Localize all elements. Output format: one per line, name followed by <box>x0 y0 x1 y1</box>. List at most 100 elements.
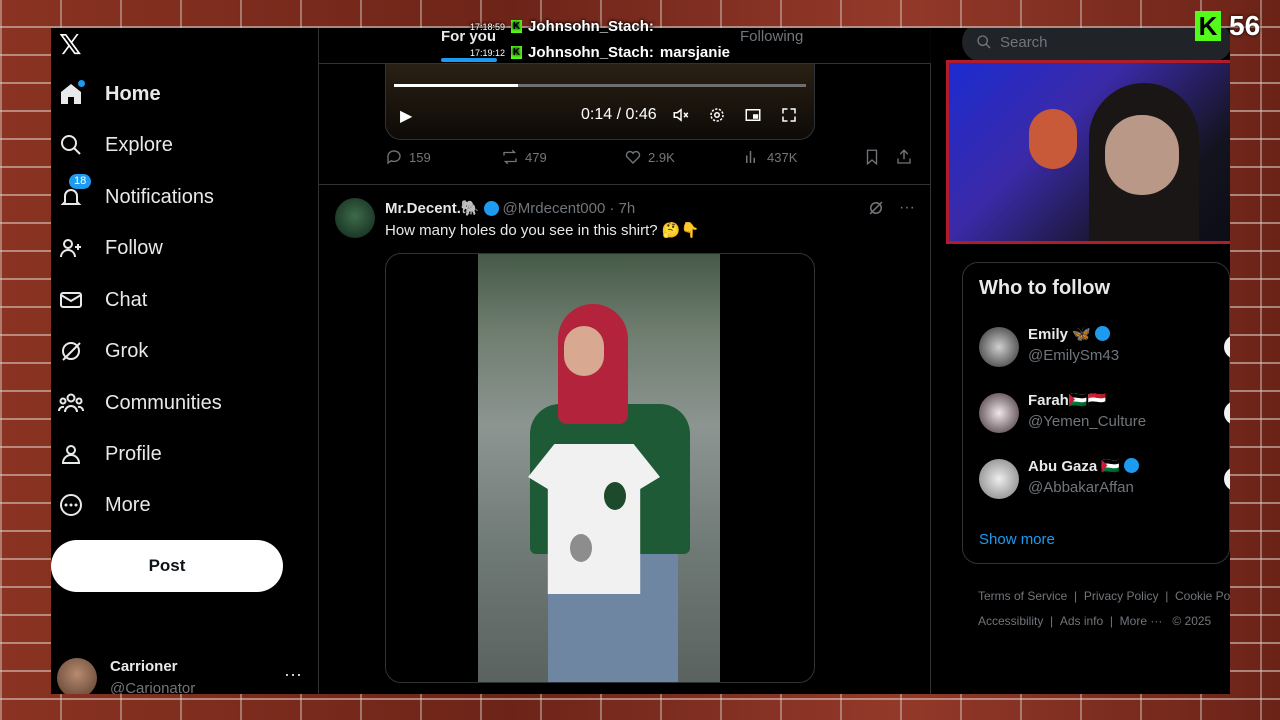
follow-button[interactable] <box>1224 401 1230 425</box>
like-button[interactable]: 2.9K <box>624 148 675 166</box>
follow-button[interactable] <box>1224 467 1230 491</box>
notifications-badge: 18 <box>69 174 92 189</box>
search-icon <box>977 35 991 49</box>
reply-button[interactable]: 159 <box>385 148 431 166</box>
verified-badge-icon <box>1124 458 1140 473</box>
chat-time: 17:19:12 <box>470 47 506 58</box>
account-name: Carrioner <box>110 658 178 675</box>
unread-dot <box>78 80 85 87</box>
bookmark-icon <box>866 149 878 166</box>
show-more-link[interactable]: Show more <box>979 531 1055 548</box>
avatar[interactable] <box>335 198 375 238</box>
video-player[interactable]: ▶ 0:14 / 0:46 <box>385 64 815 140</box>
avatar[interactable] <box>979 459 1019 499</box>
viewer-counter: K 56 <box>1195 10 1260 42</box>
tweet-more-icon[interactable]: ··· <box>899 199 915 222</box>
suggested-user[interactable]: Abu Gaza 🇵🇸 @AbbakarAffan <box>979 455 1230 503</box>
nav-notifications[interactable]: 18 Notifications <box>57 174 214 217</box>
x-app-window: 𝕏 Home Explore 18 Notifications Follow C… <box>51 28 1230 694</box>
reply-icon <box>387 150 401 165</box>
kick-badge-icon: K <box>511 46 523 59</box>
terms-link[interactable]: Terms of Service <box>978 589 1067 603</box>
who-to-follow-title: Who to follow <box>979 277 1111 299</box>
nav-profile[interactable]: Profile <box>57 434 162 474</box>
tweet-author-handle[interactable]: @Mrdecent000 <box>503 200 606 217</box>
nav-explore[interactable]: Explore <box>57 125 173 165</box>
avatar[interactable] <box>979 327 1019 367</box>
webcam-overlay <box>946 60 1230 244</box>
search-placeholder: Search <box>1000 33 1048 51</box>
verified-badge-icon <box>483 200 499 216</box>
face <box>564 326 604 376</box>
tweet-timestamp[interactable]: · 7h <box>609 200 635 217</box>
photo <box>478 254 720 682</box>
suggested-user-name: Emily 🦋 <box>1028 325 1111 343</box>
tweet[interactable]: Mr.Decent.🐘 @Mrdecent000 · 7h ··· How ma… <box>319 185 931 694</box>
tweet-text: How many holes do you see in this shirt?… <box>385 222 700 239</box>
plush-toy <box>1029 109 1077 169</box>
communities-icon <box>57 389 85 417</box>
nav-communities[interactable]: Communities <box>57 383 222 423</box>
mute-icon[interactable] <box>672 106 690 129</box>
view-count: 437K <box>767 149 798 165</box>
bookmark-button[interactable] <box>863 148 881 166</box>
footer-more-link[interactable]: More ··· <box>1120 614 1163 628</box>
repost-count: 479 <box>525 149 547 165</box>
post-button[interactable]: Post <box>51 540 283 592</box>
picture-in-picture-icon[interactable] <box>744 106 762 129</box>
tweet-author-name[interactable]: Mr.Decent.🐘 <box>385 199 480 217</box>
kick-badge-icon: K <box>511 20 523 33</box>
kick-logo-icon: K <box>1195 11 1221 41</box>
fullscreen-icon[interactable] <box>780 106 798 129</box>
privacy-link[interactable]: Privacy Policy <box>1084 589 1159 603</box>
right-sidebar: Search Who to follow Emily 🦋 @EmilySm43 … <box>946 28 1230 694</box>
nav-explore-label: Explore <box>105 133 173 156</box>
nav-grok-label: Grok <box>105 339 149 362</box>
views-button[interactable]: 437K <box>743 148 797 166</box>
timeline: For you Following ▶ 0:14 / 0:46 159 479 … <box>318 28 931 694</box>
nav-chat[interactable]: Chat <box>57 280 147 320</box>
who-to-follow: Who to follow Emily 🦋 @EmilySm43 Farah🇵🇸… <box>962 262 1230 564</box>
accessibility-link[interactable]: Accessibility <box>978 614 1043 628</box>
like-count: 2.9K <box>648 149 675 165</box>
nav-grok[interactable]: Grok <box>57 331 148 371</box>
verified-badge-icon <box>1095 326 1111 341</box>
chat-message: 17:18:59 K Johnsohn_Stach: <box>470 18 654 35</box>
video-time: 0:14 / 0:46 <box>581 106 657 123</box>
chat-time: 17:18:59 <box>470 21 506 32</box>
follow-button[interactable] <box>1224 335 1230 359</box>
x-logo[interactable]: 𝕏 <box>59 28 82 61</box>
grok-icon[interactable] <box>867 199 885 222</box>
play-icon[interactable]: ▶ <box>400 106 412 126</box>
avatar[interactable] <box>979 393 1019 433</box>
nav-more[interactable]: More <box>57 485 151 525</box>
settings-icon[interactable] <box>708 106 726 129</box>
shirt-hole <box>570 534 592 562</box>
tweet-tools: ··· <box>867 199 915 222</box>
account-switcher[interactable]: Carrioner @Carionator ··· <box>57 654 302 694</box>
nav-chat-label: Chat <box>105 288 148 311</box>
tweet-media[interactable] <box>385 253 815 683</box>
shirt-hole <box>604 482 626 510</box>
home-icon <box>57 80 85 108</box>
bell-icon: 18 <box>57 174 92 211</box>
suggested-user-name: Abu Gaza 🇵🇸 <box>1028 457 1140 475</box>
cookie-link[interactable]: Cookie Po <box>1175 589 1230 603</box>
nav-communities-label: Communities <box>105 391 222 414</box>
account-more-icon[interactable]: ··· <box>284 664 302 685</box>
nav-follow[interactable]: Follow <box>57 228 163 268</box>
profile-icon <box>57 440 85 468</box>
more-circle-icon <box>57 491 85 519</box>
nav-home-label: Home <box>105 82 161 105</box>
footer-row: Accessibility | Ads info | More ··· © 20… <box>978 614 1212 628</box>
share-button[interactable] <box>895 148 913 166</box>
nav-home[interactable]: Home <box>57 74 161 114</box>
video-progress-bar[interactable] <box>394 84 806 87</box>
repost-button[interactable]: 479 <box>501 148 547 166</box>
suggested-user[interactable]: Emily 🦋 @EmilySm43 <box>979 323 1230 371</box>
suggested-user-handle: @AbbakarAffan <box>1028 479 1134 496</box>
suggested-user[interactable]: Farah🇵🇸🇾🇪 @Yemen_Culture <box>979 389 1230 437</box>
copyright: © 2025 <box>1172 614 1212 628</box>
search-input[interactable]: Search <box>962 28 1230 62</box>
ads-info-link[interactable]: Ads info <box>1060 614 1103 628</box>
